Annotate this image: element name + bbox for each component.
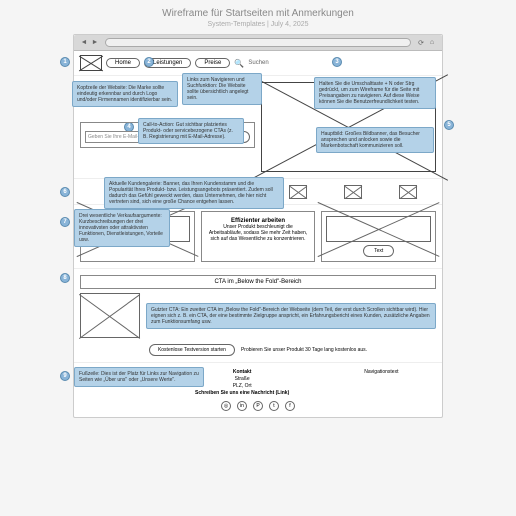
back-icon[interactable]: ◄ bbox=[80, 39, 88, 47]
instagram-icon[interactable]: ◎ bbox=[221, 401, 231, 411]
contact-label: Kontakt bbox=[195, 369, 289, 375]
logo-placeholder[interactable] bbox=[80, 55, 102, 71]
note-9: Fußzeile: Dies ist der Platz für Links z… bbox=[74, 367, 204, 387]
test-button[interactable]: Text bbox=[363, 245, 394, 257]
usp-card-3: Text bbox=[321, 211, 436, 262]
annotation-3: 3 bbox=[332, 57, 342, 67]
annotation-9: 9 bbox=[60, 371, 70, 381]
footer-navtext[interactable]: Navigationstext bbox=[364, 369, 398, 375]
client-placeholder-3 bbox=[344, 185, 362, 199]
client-placeholder-2 bbox=[289, 185, 307, 199]
note-5: Hauptbild: Großes Bildbanner, das Besuch… bbox=[316, 127, 434, 153]
twitter-icon[interactable]: t bbox=[269, 401, 279, 411]
url-bar[interactable] bbox=[105, 38, 411, 47]
annotation-7: 7 bbox=[60, 217, 70, 227]
browser-chrome: ◄ ► ⟳ ⌂ bbox=[74, 35, 442, 51]
annotation-5: 5 bbox=[444, 120, 454, 130]
note-7: Drei wesentliche Verkaufsargumente: Kurz… bbox=[74, 209, 170, 247]
note-8: Gutzter CTA: Ein zweiter CTA im „Below t… bbox=[146, 303, 436, 329]
note-4: Call-to-Action: Gut sichtbar platziertes… bbox=[138, 118, 244, 144]
facebook-icon[interactable]: f bbox=[285, 401, 295, 411]
wireframe-page: ◄ ► ⟳ ⌂ 1 2 Home Leistungen Preise 3 🔍 S… bbox=[73, 34, 443, 418]
below-fold-cta: 8 CTA im „Below the Fold"-Bereich Gutzte… bbox=[74, 268, 442, 362]
note-1: Kopfzeile der Website: Die Marke sollte … bbox=[72, 81, 178, 107]
annotation-1: 1 bbox=[60, 57, 70, 67]
footer: 9 Fußzeile: Dies ist der Platz für Links… bbox=[74, 362, 442, 417]
client-placeholder-4 bbox=[399, 185, 417, 199]
usp-card-2: Effizienter arbeitenUnser Produkt beschl… bbox=[201, 211, 316, 262]
page-subtitle: System-Templates | July 4, 2025 bbox=[8, 21, 508, 28]
footer-contact: Kontakt Straße PLZ, Ort Schreiben Sie un… bbox=[195, 369, 289, 396]
cta-bar: CTA im „Below the Fold"-Bereich bbox=[80, 275, 436, 289]
usp-section: 7 Drei wesentliche Verkaufsargumente: Ku… bbox=[74, 204, 442, 268]
search-label[interactable]: Suchen bbox=[248, 60, 268, 66]
cta2-image bbox=[80, 293, 140, 338]
usp-text: Unser Produkt beschleunigt die Arbeitsab… bbox=[209, 224, 307, 242]
nav-pricing[interactable]: Preise bbox=[195, 58, 230, 68]
annotation-2: 2 bbox=[144, 57, 154, 67]
note-2: Links zum Navigieren und Suchfunktion: D… bbox=[182, 73, 262, 105]
annotation-8: 8 bbox=[60, 273, 70, 283]
social-row: ◎ in P t f bbox=[80, 401, 436, 411]
annotation-6: 6 bbox=[60, 187, 70, 197]
note-3: Halten Sie die Umschalttaste + N oder St… bbox=[314, 77, 436, 109]
footer-nav: Navigationstext bbox=[364, 369, 398, 396]
nav-home[interactable]: Home bbox=[106, 58, 140, 68]
linkedin-icon[interactable]: in bbox=[237, 401, 247, 411]
refresh-icon[interactable]: ⟳ bbox=[417, 39, 425, 47]
trial-button[interactable]: Kostenlose Testversion starten bbox=[149, 344, 235, 356]
street: Straße bbox=[195, 376, 289, 382]
home-icon[interactable]: ⌂ bbox=[428, 39, 436, 47]
pinterest-icon[interactable]: P bbox=[253, 401, 263, 411]
zip: PLZ, Ort bbox=[195, 383, 289, 389]
search-icon[interactable]: 🔍 bbox=[234, 59, 244, 68]
trial-note: Probieren Sie unser Produkt 30 Tage lang… bbox=[241, 347, 367, 353]
page-title: Wireframe für Startseiten mit Anmerkunge… bbox=[8, 8, 508, 19]
msg-link[interactable]: Schreiben Sie uns eine Nachricht (Link) bbox=[195, 390, 289, 396]
usp-image-3 bbox=[326, 216, 431, 242]
forward-icon[interactable]: ► bbox=[91, 39, 99, 47]
note-6: Aktuelle Kundengalerie: Banner, das Ihre… bbox=[104, 177, 284, 209]
